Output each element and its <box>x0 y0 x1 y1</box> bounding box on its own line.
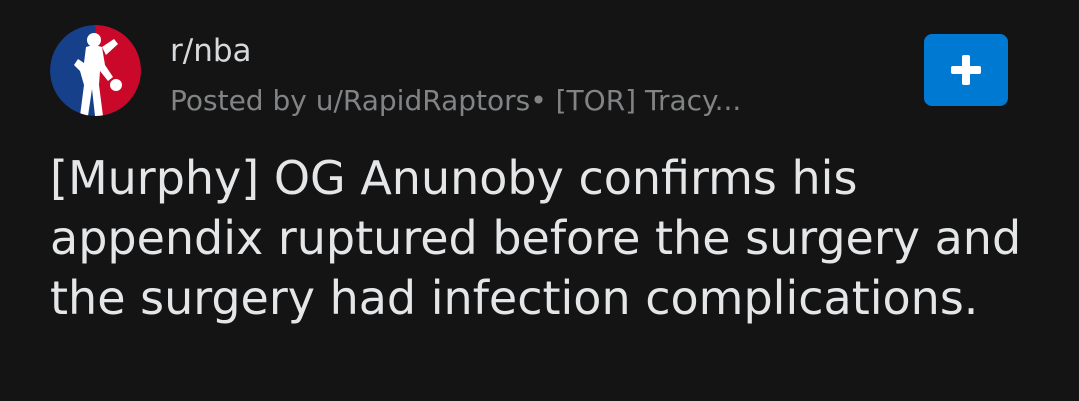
post-meta: r/nba Posted by u/RapidRaptors• [TOR] Tr… <box>170 31 741 121</box>
subreddit-name[interactable]: r/nba <box>170 31 741 71</box>
subreddit-avatar[interactable] <box>50 25 141 116</box>
post-byline[interactable]: Posted by u/RapidRaptors• [TOR] Tracy... <box>170 81 741 121</box>
post-header: r/nba Posted by u/RapidRaptors• [TOR] Tr… <box>50 25 1030 120</box>
plus-icon <box>951 55 981 85</box>
post-title[interactable]: [Murphy] OG Anunoby confirms his appendi… <box>50 148 1040 328</box>
nba-logo-icon <box>50 25 141 116</box>
join-button[interactable] <box>924 34 1008 106</box>
